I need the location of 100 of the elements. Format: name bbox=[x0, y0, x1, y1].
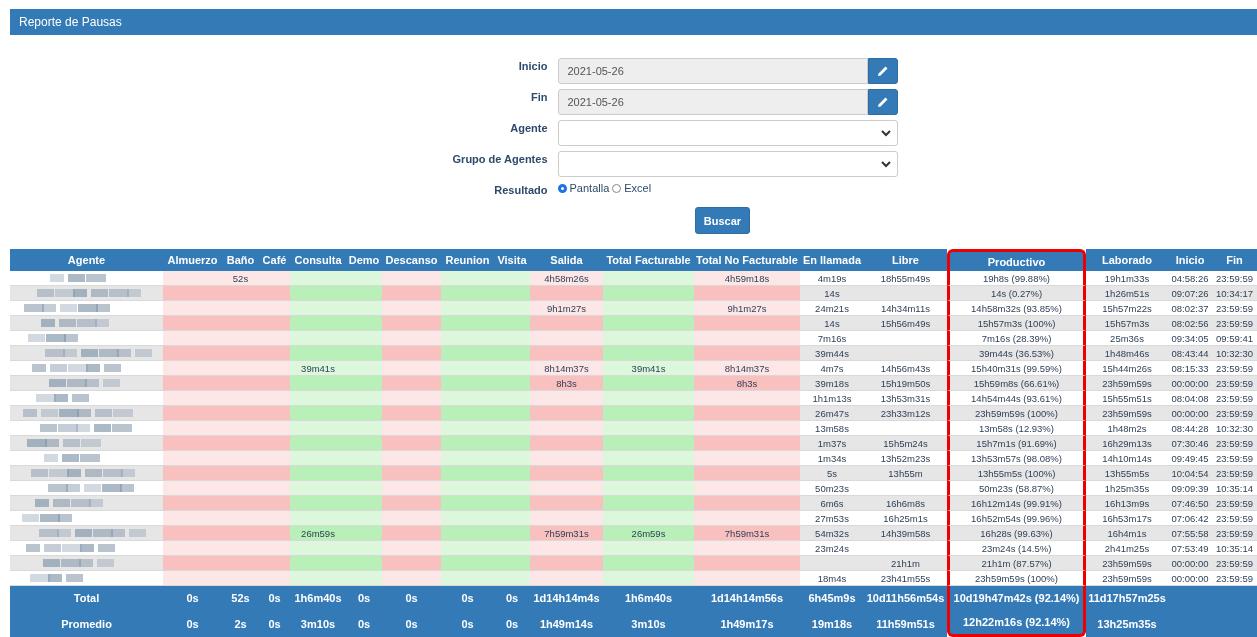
table-cell: 14s (0.27%) bbox=[947, 286, 1086, 301]
table-cell: 07:55:58 bbox=[1168, 526, 1212, 541]
table-cell: 08:02:56 bbox=[1168, 316, 1212, 331]
footer-label: Total bbox=[10, 586, 163, 610]
dropdown-field[interactable] bbox=[557, 120, 898, 146]
table-cell: 39m41s bbox=[603, 361, 694, 376]
table-cell: 10:04:54 bbox=[1168, 466, 1212, 481]
footer-cell: 19m18s bbox=[800, 610, 864, 637]
footer-cell: 0s bbox=[441, 586, 494, 610]
search-button[interactable]: Buscar bbox=[695, 207, 750, 234]
table-cell: 9h1m27s bbox=[530, 301, 603, 316]
radio-option[interactable]: Pantalla bbox=[557, 182, 610, 194]
footer-cell: 0s bbox=[346, 610, 382, 637]
dropdown-field[interactable] bbox=[557, 151, 898, 177]
table-cell: 16h13m9s bbox=[1086, 496, 1168, 511]
edit-button[interactable] bbox=[867, 58, 898, 84]
table-cell: 16h29m13s bbox=[1086, 436, 1168, 451]
footer-cell: 52s bbox=[222, 586, 259, 610]
table-cell: 13m58s (12.93%) bbox=[947, 421, 1086, 436]
footer-cell: 0s bbox=[346, 586, 382, 610]
footer-cell: 0s bbox=[494, 610, 530, 637]
footer-cell: 10d19h47m42s (92.14%) bbox=[947, 586, 1086, 610]
table-cell: 13h53m57s (98.08%) bbox=[947, 451, 1086, 466]
column-header: Café bbox=[259, 249, 290, 271]
footer-cell: 12h22m16s (92.14%) bbox=[947, 610, 1086, 637]
footer-cell: 11h59m51s bbox=[864, 610, 947, 637]
chevron-down-icon bbox=[880, 129, 891, 137]
blurred-name-drawing bbox=[30, 574, 83, 582]
footer-cell: 0s bbox=[259, 586, 290, 610]
table-cell: 15h40m31s (99.59%) bbox=[947, 361, 1086, 376]
table-cell: 23h59m59s bbox=[1086, 376, 1168, 391]
table-cell: 7h59m31s bbox=[694, 526, 800, 541]
table-cell: 39m41s bbox=[290, 361, 346, 376]
column-header: Consulta bbox=[290, 249, 346, 271]
footer-cell: 11d17h57m25s bbox=[1086, 586, 1168, 610]
column-header: Laborado bbox=[1086, 249, 1168, 271]
radio-option[interactable]: Excel bbox=[612, 182, 652, 194]
table-cell: 8h3s bbox=[694, 376, 800, 391]
table-cell: 9h1m27s bbox=[694, 301, 800, 316]
table-cell: 14h58m32s (93.85%) bbox=[947, 301, 1086, 316]
footer-cell: 0s bbox=[163, 586, 222, 610]
footer-cell: 2s bbox=[222, 610, 259, 637]
column-header: Libre bbox=[864, 249, 947, 271]
blurred-name-drawing bbox=[35, 499, 103, 507]
table-cell: 13h55m5s bbox=[1086, 466, 1168, 481]
table-cell: 00:00:00 bbox=[1168, 376, 1212, 391]
table-cell: 00:00:00 bbox=[1168, 406, 1212, 421]
blurred-name-drawing bbox=[36, 394, 89, 402]
table-cell: 16h52m54s (99.96%) bbox=[947, 511, 1086, 526]
edit-button[interactable] bbox=[867, 89, 898, 115]
footer-cell: 0s bbox=[382, 610, 441, 637]
table-cell: 8h14m37s bbox=[530, 361, 603, 376]
table-cell: 23h33m12s bbox=[864, 406, 947, 421]
table-cell: 26m47s bbox=[800, 406, 864, 421]
table-cell: 14s bbox=[800, 316, 864, 331]
table-cell: 23h59m59s bbox=[1086, 406, 1168, 421]
table-cell: 4h59m18s bbox=[694, 271, 800, 286]
table-cell: 15h59m8s (66.61%) bbox=[947, 376, 1086, 391]
table-cell: 26m59s bbox=[603, 526, 694, 541]
date-field[interactable]: 2021-05-26 bbox=[557, 58, 868, 84]
table-cell: 16h6m8s bbox=[864, 496, 947, 511]
footer-cell: 3m10s bbox=[603, 610, 694, 637]
footer-cell: 1h49m17s bbox=[694, 610, 800, 637]
table-cell: 15h57m3s (100%) bbox=[947, 316, 1086, 331]
table-cell: 23h59m59s (100%) bbox=[947, 571, 1086, 586]
column-header: Total No Facturable bbox=[694, 249, 800, 271]
blurred-name-drawing bbox=[41, 319, 109, 327]
table-cell: 6m6s bbox=[800, 496, 864, 511]
table-cell: 10:32:30 bbox=[1212, 346, 1257, 361]
field-label: Inicio bbox=[517, 59, 548, 74]
table-cell: 7m16s (28.39%) bbox=[947, 331, 1086, 346]
table-cell: 1m37s bbox=[800, 436, 864, 451]
table-cell: 23:59:59 bbox=[1212, 316, 1257, 331]
table-cell: 39m18s bbox=[800, 376, 864, 391]
blurred-name-drawing bbox=[50, 274, 106, 282]
footer-cell: 0s bbox=[494, 586, 530, 610]
column-header: Descanso bbox=[382, 249, 441, 271]
table-cell: 7h59m31s bbox=[530, 526, 603, 541]
table-cell: 8h14m37s bbox=[694, 361, 800, 376]
column-header: Almuerzo bbox=[163, 249, 222, 271]
table-cell: 23:59:59 bbox=[1212, 436, 1257, 451]
footer-cell: 1d14h14m56s bbox=[694, 586, 800, 610]
table-cell: 09:07:26 bbox=[1168, 286, 1212, 301]
chevron-down-icon bbox=[880, 160, 891, 168]
column-header: Baño bbox=[222, 249, 259, 271]
panel-title: Reporte de Pausas bbox=[19, 15, 122, 29]
blurred-name-drawing bbox=[22, 514, 72, 522]
pencil-icon bbox=[876, 65, 889, 77]
table-cell: 39m44s bbox=[800, 346, 864, 361]
column-header: Total Facturable bbox=[603, 249, 694, 271]
table-cell: 23h59m59s (100%) bbox=[947, 406, 1086, 421]
table-cell: 07:46:50 bbox=[1168, 496, 1212, 511]
table-cell: 08:43:44 bbox=[1168, 346, 1212, 361]
table-cell: 19h8s (99.88%) bbox=[947, 271, 1086, 286]
table-cell: 23:59:59 bbox=[1212, 496, 1257, 511]
footer-label: Promedio bbox=[10, 610, 163, 637]
field-label: Resultado bbox=[493, 183, 548, 196]
table-cell: 52s bbox=[222, 271, 259, 286]
footer-cell: 13h25m35s bbox=[1086, 610, 1168, 637]
date-field[interactable]: 2021-05-26 bbox=[557, 89, 868, 115]
